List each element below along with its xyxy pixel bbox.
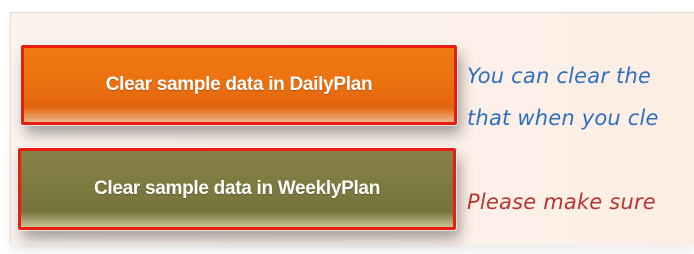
warning-text: Please make sure (467, 190, 656, 214)
instruction-text-line-2: that when you cle (467, 106, 659, 130)
clear-weekly-plan-button[interactable]: Clear sample data in WeeklyPlan (17, 147, 457, 231)
clear-daily-plan-button[interactable]: Clear sample data in DailyPlan (20, 44, 458, 126)
instruction-text-line-1: You can clear the (467, 64, 652, 88)
sheet-area: Clear sample data in DailyPlan Clear sam… (0, 0, 694, 254)
